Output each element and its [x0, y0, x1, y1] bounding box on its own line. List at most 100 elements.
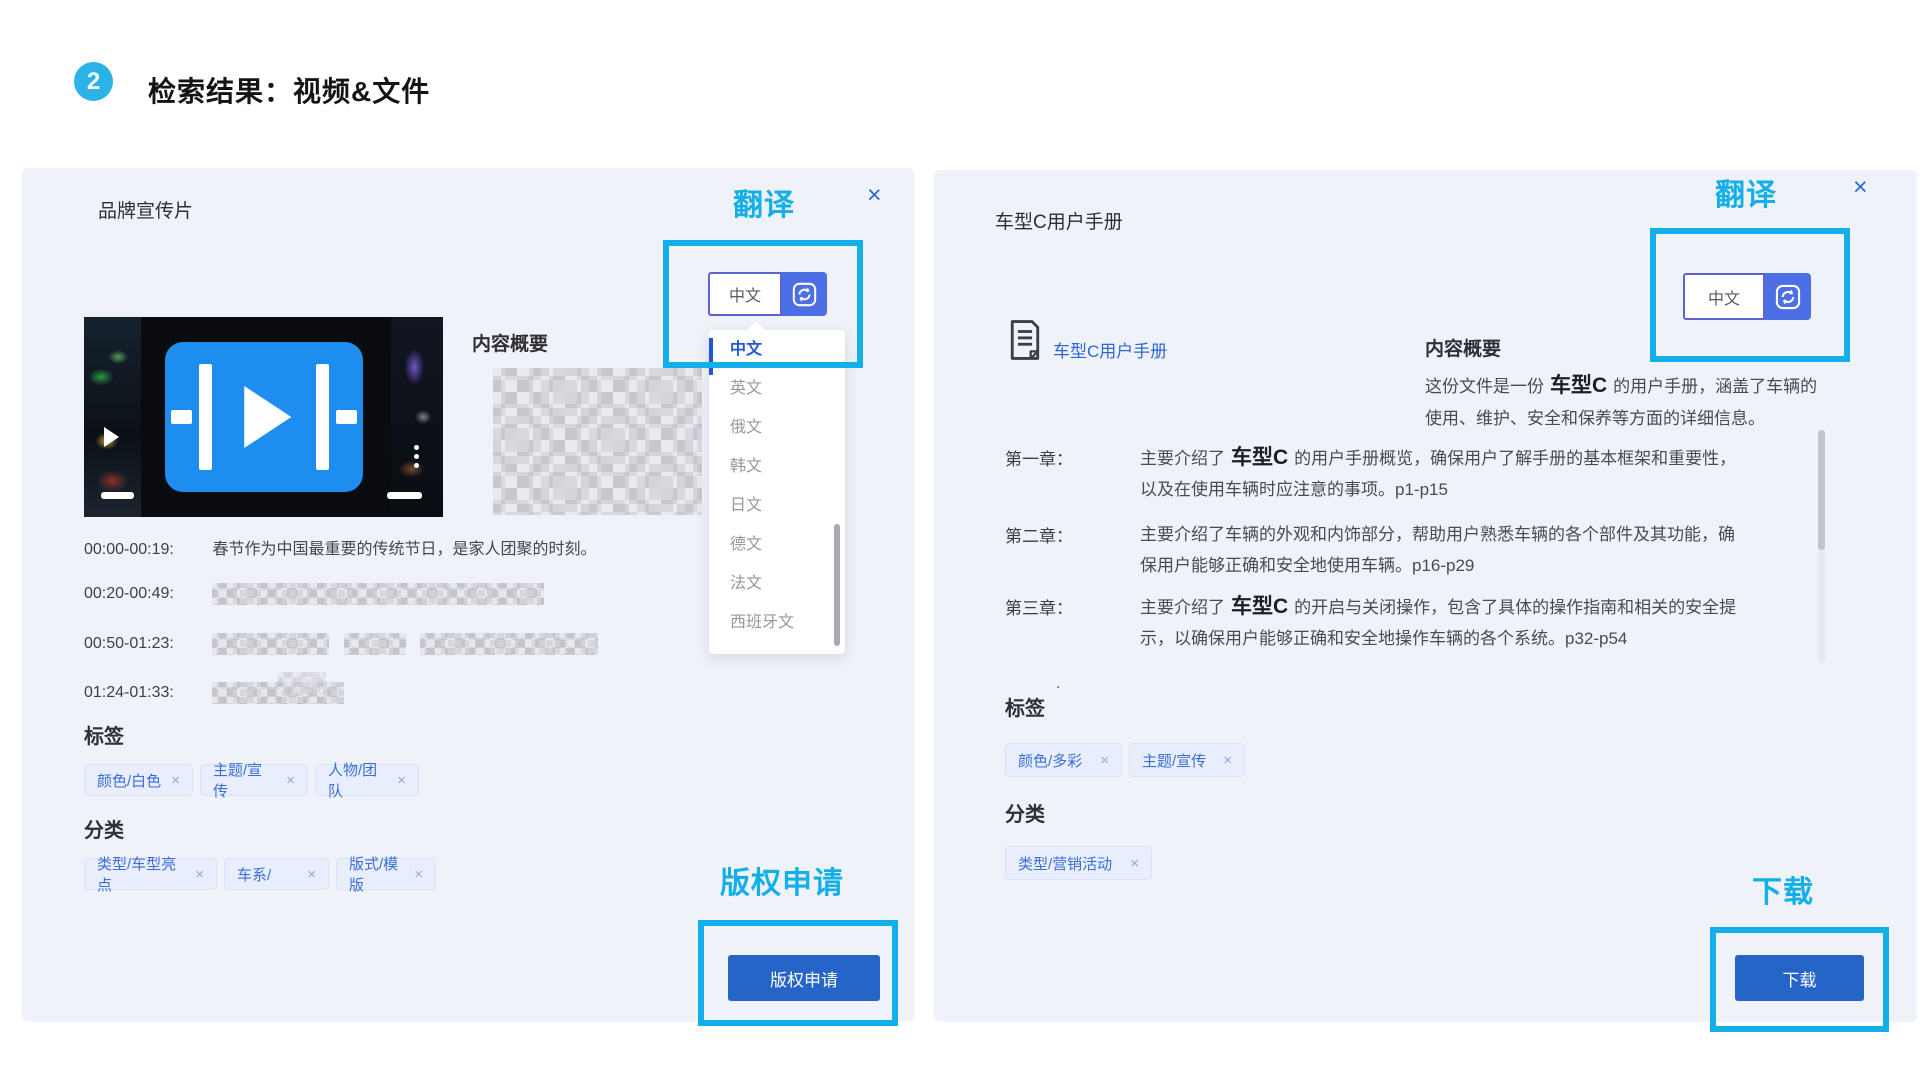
tag-list: 颜色/白色 × 主题/宣传 × 人物/团队 × [84, 764, 419, 796]
progress-mark [387, 492, 422, 499]
more-options-icon [414, 445, 419, 468]
translate-button[interactable] [782, 272, 827, 316]
timestamp: 00:20-00:49: [84, 585, 208, 603]
language-value[interactable]: 中文 [1683, 273, 1765, 320]
copyright-apply-button[interactable]: 版权申请 [728, 955, 880, 1001]
chapter-label: 第二章： [1005, 522, 1073, 547]
remove-tag-icon[interactable]: × [397, 772, 406, 789]
progress-mark [101, 492, 134, 499]
chapter-row: 第一章： 主要介绍了车型C的用户手册概览，确保用户了解手册的基本框架和重要性，以… [1005, 442, 1750, 505]
document-detail-panel: 车型C用户手册 翻译 × 中文 车型C用户手册 [934, 170, 1917, 1022]
tag-label: 颜色/多彩 [1018, 750, 1082, 771]
tags-heading: 标签 [1005, 692, 1045, 721]
remove-tag-icon[interactable]: × [1100, 752, 1109, 769]
summary-text: 这份文件是一份车型C的用户手册，涵盖了车辆的使用、维护、安全和保养等方面的详细信… [1425, 370, 1825, 435]
model-highlight: 车型C [1550, 374, 1607, 397]
language-option[interactable]: 英文 [709, 369, 845, 408]
remove-category-icon[interactable]: × [195, 866, 204, 883]
timeline-row: 00:20-00:49: [84, 583, 544, 605]
redacted-text [344, 633, 406, 655]
timeline-row: 00:50-01:23: [84, 633, 598, 655]
language-option[interactable]: 韩文 [709, 447, 845, 486]
video-title: 品牌宣传片 [98, 196, 193, 223]
language-option[interactable]: 中文 [709, 330, 845, 369]
category-heading: 分类 [1005, 798, 1045, 827]
tag-label: 人物/团队 [328, 759, 387, 801]
timeline-row: 00:00-00:19: 春节作为中国最重要的传统节日，是家人团聚的时刻。 [84, 535, 596, 559]
page: 2 检索结果：视频&文件 品牌宣传片 翻译 × 内容概要 00:00-00:19… [0, 0, 1920, 1080]
timestamp: 01:24-01:33: [84, 684, 208, 702]
remove-tag-icon[interactable]: × [171, 772, 180, 789]
video-clip-icon [165, 342, 363, 492]
redacted-summary-block [493, 368, 702, 515]
chapter-label: 第三章： [1005, 594, 1073, 619]
category-label: 类型/车型亮点 [97, 853, 185, 895]
model-highlight: 车型C [1231, 595, 1288, 618]
redacted-text [212, 633, 329, 655]
language-option[interactable]: 德文 [709, 525, 845, 564]
category-label: 版式/模版 [349, 853, 404, 895]
step-number-badge: 2 [74, 62, 113, 101]
category-chip: 车系/ × [224, 858, 329, 890]
translate-icon [1774, 283, 1802, 311]
download-button[interactable]: 下载 [1735, 955, 1864, 1001]
stray-dot: . [1056, 675, 1060, 693]
tags-heading: 标签 [84, 720, 124, 749]
timeline-text: 春节作为中国最重要的传统节日，是家人团聚的时刻。 [212, 541, 596, 558]
remove-category-icon[interactable]: × [1130, 855, 1139, 872]
tag-list: 颜色/多彩 × 主题/宣传 × [1005, 743, 1245, 777]
tag-chip: 颜色/多彩 × [1005, 743, 1122, 777]
timestamp: 00:50-01:23: [84, 635, 208, 653]
tag-label: 主题/宣传 [213, 759, 276, 801]
translate-icon [791, 281, 818, 308]
language-option[interactable]: 法文 [709, 564, 845, 603]
tag-label: 颜色/白色 [97, 770, 161, 791]
language-value[interactable]: 中文 [708, 272, 782, 316]
document-title: 车型C用户手册 [995, 207, 1123, 234]
chapter-text: 主要介绍了车辆的外观和内饰部分，帮助用户熟悉车辆的各个部件及其功能，确保用户能够… [1140, 519, 1750, 581]
tag-label: 主题/宣传 [1142, 750, 1206, 771]
chapter-row: 第二章： 主要介绍了车辆的外观和内饰部分，帮助用户熟悉车辆的各个部件及其功能，确… [1005, 519, 1750, 581]
video-detail-panel: 品牌宣传片 翻译 × 内容概要 00:00-00:19: 春节作为中国最重要的传… [22, 168, 914, 1022]
document-icon [1008, 318, 1042, 362]
language-option[interactable]: 俄文 [709, 408, 845, 447]
dropdown-scrollbar[interactable] [834, 524, 840, 646]
translate-annotation-label: 翻译 [1715, 170, 1777, 214]
remove-category-icon[interactable]: × [414, 866, 423, 883]
document-link[interactable]: 车型C用户手册 [1053, 337, 1167, 362]
chapter-text: 主要介绍了车型C的用户手册概览，确保用户了解手册的基本框架和重要性，以及在使用车… [1140, 442, 1750, 505]
redacted-text [212, 583, 544, 605]
category-chip: 版式/模版 × [336, 858, 436, 890]
summary-heading: 内容概要 [472, 329, 548, 356]
remove-tag-icon[interactable]: × [286, 772, 295, 789]
category-list: 类型/车型亮点 × 车系/ × 版式/模版 × [84, 858, 436, 890]
selected-indicator [709, 338, 713, 375]
category-chip: 类型/营销活动 × [1005, 846, 1152, 880]
chapter-row: 第三章： 主要介绍了车型C的开启与关闭操作，包含了具体的操作指南和相关的安全提示… [1005, 591, 1750, 654]
timeline-row: 01:24-01:33: [84, 682, 344, 704]
category-heading: 分类 [84, 814, 124, 843]
copyright-annotation-label: 版权申请 [720, 858, 844, 902]
close-icon[interactable]: × [867, 184, 882, 206]
translate-annotation-label: 翻译 [733, 180, 795, 224]
thumbnail-photo-left [84, 317, 141, 517]
remove-tag-icon[interactable]: × [1223, 752, 1232, 769]
category-list: 类型/营销活动 × [1005, 846, 1152, 880]
language-selector[interactable]: 中文 [708, 272, 827, 316]
video-thumbnail[interactable] [84, 317, 443, 517]
language-dropdown: 中文 英文 俄文 韩文 日文 德文 法文 西班牙文 [709, 330, 845, 654]
category-label: 类型/营销活动 [1018, 853, 1112, 874]
scrollbar-thumb[interactable] [1818, 430, 1825, 550]
tag-chip: 颜色/白色 × [84, 764, 193, 796]
chapter-text: 主要介绍了车型C的开启与关闭操作，包含了具体的操作指南和相关的安全提示，以确保用… [1140, 591, 1750, 654]
close-icon[interactable]: × [1853, 176, 1868, 198]
redacted-text [212, 682, 344, 704]
page-title: 检索结果：视频&文件 [148, 70, 430, 110]
language-selector[interactable]: 中文 [1683, 273, 1811, 320]
remove-category-icon[interactable]: × [307, 866, 316, 883]
translate-button[interactable] [1765, 273, 1811, 320]
language-option[interactable]: 西班牙文 [709, 603, 845, 642]
timestamp: 00:00-00:19: [84, 541, 208, 559]
language-option[interactable]: 日文 [709, 486, 845, 525]
download-annotation-label: 下载 [1752, 867, 1814, 911]
